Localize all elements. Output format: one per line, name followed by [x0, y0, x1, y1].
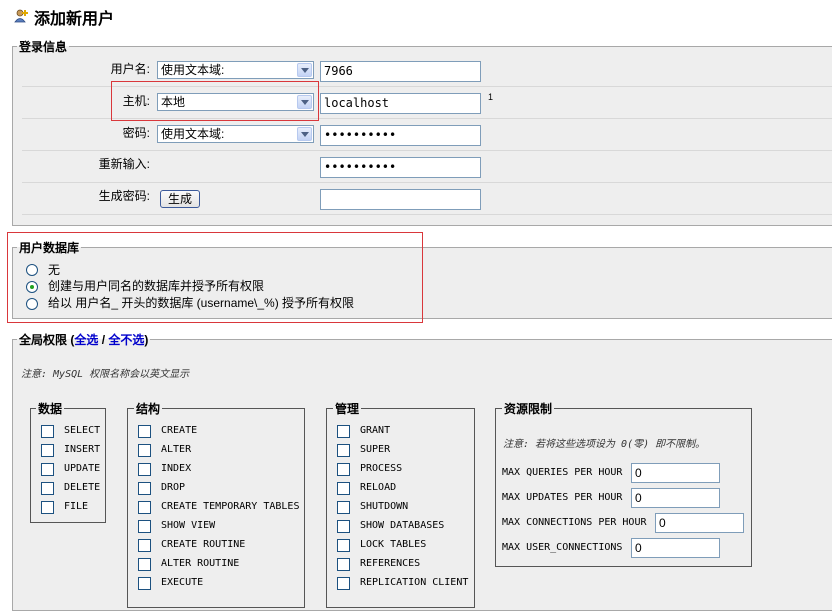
alter-routine-label: ALTER ROUTINE: [161, 558, 240, 569]
show-view-checkbox[interactable]: [138, 520, 151, 533]
chevron-down-icon: [297, 63, 312, 77]
userdb-none-label: 无: [48, 263, 61, 277]
alter-routine-checkbox[interactable]: [138, 558, 151, 571]
process-label: PROCESS: [360, 463, 403, 474]
max-connections-input[interactable]: 0: [655, 513, 744, 533]
process-checkbox[interactable]: [337, 463, 350, 476]
username-mode-value: 使用文本域:: [161, 63, 225, 77]
admin-group-title: 管理: [333, 400, 362, 417]
insert-label: INSERT: [64, 444, 101, 455]
reload-label: RELOAD: [360, 482, 397, 493]
index-label: INDEX: [161, 463, 192, 474]
reload-checkbox[interactable]: [337, 482, 350, 495]
row-divider: [22, 182, 832, 183]
add-user-icon: [14, 8, 30, 24]
privileges-note: 注意: MySQL 权限名称会以英文显示: [21, 369, 190, 380]
host-input[interactable]: localhost: [320, 93, 481, 114]
delete-label: DELETE: [64, 482, 101, 493]
create-temporary-tables-checkbox[interactable]: [138, 501, 151, 514]
delete-checkbox[interactable]: [41, 482, 54, 495]
generate-password-button[interactable]: 生成: [160, 190, 200, 208]
userdb-create-same-name-radio[interactable]: [26, 281, 38, 293]
password-mode-select[interactable]: 使用文本域:: [157, 125, 314, 143]
data-group-title: 数据: [36, 400, 65, 417]
resource-limits-note: 注意: 若将这些选项设为 0(零) 即不限制。: [503, 439, 706, 450]
replication-client-checkbox[interactable]: [337, 577, 350, 590]
replication-client-label: REPLICATION CLIENT: [360, 577, 469, 588]
grant-checkbox[interactable]: [337, 425, 350, 438]
userdb-none-radio[interactable]: [26, 264, 38, 276]
host-footnote: 1: [488, 92, 494, 102]
generated-password-input[interactable]: [320, 189, 481, 210]
create-label: CREATE: [161, 425, 198, 436]
password-input[interactable]: ••••••••••: [320, 125, 481, 146]
row-divider: [22, 214, 832, 215]
execute-checkbox[interactable]: [138, 577, 151, 590]
max-updates-label: MAX UPDATES PER HOUR: [502, 492, 623, 503]
alter-checkbox[interactable]: [138, 444, 151, 457]
show-databases-checkbox[interactable]: [337, 520, 350, 533]
generate-password-label: 生成密码:: [98, 189, 150, 203]
references-label: REFERENCES: [360, 558, 421, 569]
select-checkbox[interactable]: [41, 425, 54, 438]
max-connections-label: MAX CONNECTIONS PER HOUR: [502, 517, 647, 528]
login-info-legend: 登录信息: [19, 40, 68, 54]
create-checkbox[interactable]: [138, 425, 151, 438]
structure-group-title: 结构: [134, 400, 163, 417]
select-label: SELECT: [64, 425, 101, 436]
uncheck-all-link[interactable]: 全不选: [108, 333, 144, 347]
create-routine-label: CREATE ROUTINE: [161, 539, 246, 550]
update-label: UPDATE: [64, 463, 101, 474]
shutdown-checkbox[interactable]: [337, 501, 350, 514]
execute-label: EXECUTE: [161, 577, 204, 588]
drop-checkbox[interactable]: [138, 482, 151, 495]
drop-label: DROP: [161, 482, 186, 493]
retype-password-input[interactable]: ••••••••••: [320, 157, 481, 178]
shutdown-label: SHUTDOWN: [360, 501, 409, 512]
index-checkbox[interactable]: [138, 463, 151, 476]
userdb-grant-prefix-radio[interactable]: [26, 298, 38, 310]
show-view-label: SHOW VIEW: [161, 520, 216, 531]
insert-checkbox[interactable]: [41, 444, 54, 457]
password-mode-value: 使用文本域:: [161, 127, 225, 141]
retype-label: 重新输入:: [98, 157, 150, 171]
check-all-link[interactable]: 全选: [74, 333, 98, 347]
create-temporary-tables-label: CREATE TEMPORARY TABLES: [161, 501, 300, 512]
global-privileges-legend: 全局权限 (全选 / 全不选): [17, 331, 150, 348]
max-user-connections-input[interactable]: 0: [631, 538, 720, 558]
userdb-create-same-name-label: 创建与用户同名的数据库并授予所有权限: [48, 279, 265, 293]
legend-close: ): [144, 333, 149, 347]
resource-limits-title: 资源限制: [502, 400, 555, 417]
file-label: FILE: [64, 501, 89, 512]
max-updates-input[interactable]: 0: [631, 488, 720, 508]
lock-tables-label: LOCK TABLES: [360, 539, 427, 550]
create-routine-checkbox[interactable]: [138, 539, 151, 552]
host-highlight-box: [111, 81, 319, 121]
page-title: 添加新用户: [34, 11, 115, 28]
userdb-grant-prefix-label: 给以 用户名_ 开头的数据库 (username\_%) 授予所有权限: [48, 296, 355, 310]
update-checkbox[interactable]: [41, 463, 54, 476]
chevron-down-icon: [297, 127, 312, 141]
global-privileges-title: 全局权限 (: [19, 333, 75, 347]
max-queries-input[interactable]: 0: [631, 463, 720, 483]
grant-label: GRANT: [360, 425, 391, 436]
username-input[interactable]: 7966: [320, 61, 481, 82]
password-label: 密码:: [122, 126, 150, 140]
row-divider: [22, 150, 832, 151]
super-label: SUPER: [360, 444, 391, 455]
lock-tables-checkbox[interactable]: [337, 539, 350, 552]
references-checkbox[interactable]: [337, 558, 350, 571]
max-user-connections-label: MAX USER_CONNECTIONS: [502, 542, 623, 553]
username-label: 用户名:: [110, 62, 150, 76]
file-checkbox[interactable]: [41, 501, 54, 514]
username-mode-select[interactable]: 使用文本域:: [157, 61, 314, 79]
legend-separator: /: [98, 333, 109, 347]
show-databases-label: SHOW DATABASES: [360, 520, 445, 531]
max-queries-label: MAX QUERIES PER HOUR: [502, 467, 623, 478]
super-checkbox[interactable]: [337, 444, 350, 457]
alter-label: ALTER: [161, 444, 192, 455]
